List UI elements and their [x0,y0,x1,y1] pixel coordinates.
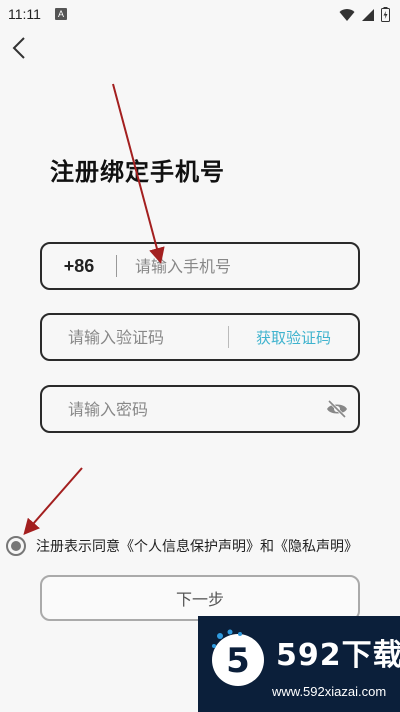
password-visibility-toggle[interactable] [326,399,348,419]
agreement-radio[interactable] [6,536,26,556]
agreement-conjunction: 和 [260,539,274,555]
page-title: 注册绑定手机号 [50,158,225,186]
annotation-arrow [23,467,83,536]
site-watermark: 5 592下载 www.592xiazai.com [198,616,400,712]
status-icons [339,7,390,22]
next-step-button[interactable]: 下一步 [40,575,360,621]
get-code-button[interactable]: 获取验证码 [229,327,358,348]
signal-icon [362,8,374,21]
password-input[interactable] [42,387,302,431]
watermark-logo: 5 [212,629,264,686]
chevron-left-icon [12,37,25,59]
status-time: 11:11 [8,6,41,22]
password-field [40,385,360,433]
phone-input[interactable] [117,244,347,288]
watermark-logo-char: 5 [226,641,250,681]
agreement-row: 注册表示同意《个人信息保护声明》和《隐私声明》 [6,536,358,556]
radio-dot [11,541,21,551]
privacy-protection-link[interactable]: 《个人信息保护声明》 [120,539,260,555]
verification-code-field: 获取验证码 [40,313,360,361]
status-bar: 11:11 A [0,0,400,28]
agreement-text: 注册表示同意《个人信息保护声明》和《隐私声明》 [36,536,358,556]
watermark-url: www.592xiazai.com [272,684,387,699]
verification-code-input[interactable] [42,315,228,359]
phone-field: +86 [40,242,360,290]
eye-off-icon [327,399,347,419]
battery-charging-icon [381,7,390,22]
wifi-icon [339,8,355,21]
privacy-statement-link[interactable]: 《隐私声明》 [274,539,358,555]
notification-badge: A [54,8,67,20]
watermark-title: 592下载 [276,638,400,673]
agreement-prefix: 注册表示同意 [36,539,120,555]
country-code-selector[interactable]: +86 [42,256,116,277]
back-button[interactable] [8,34,32,62]
